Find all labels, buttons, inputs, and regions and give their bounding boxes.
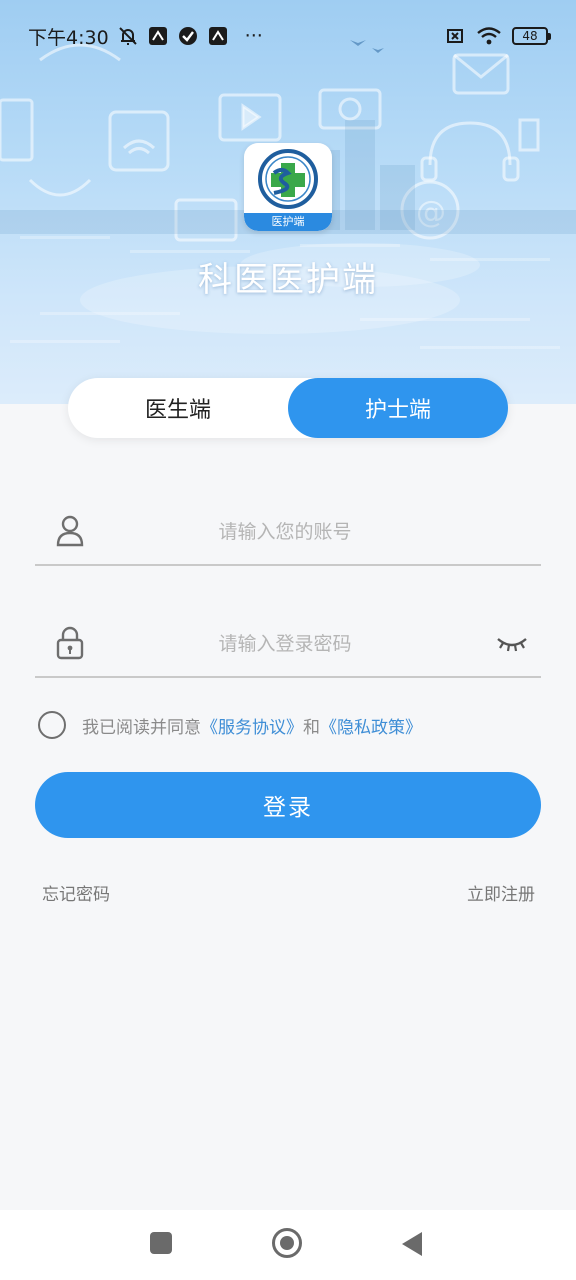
role-switch: 医生端 护士端: [68, 378, 508, 438]
lock-icon: [56, 626, 84, 660]
app-notify-icon: [148, 27, 167, 45]
bell-off-icon: [118, 27, 137, 45]
forgot-password-link[interactable]: 忘记密码: [42, 880, 110, 905]
account-field-row: [35, 506, 541, 566]
tab-doctor[interactable]: 医生端: [68, 378, 288, 438]
agreement-row: 我已阅读并同意 《服务协议》 和 《隐私政策》: [38, 710, 422, 740]
service-agreement-link[interactable]: 《服务协议》: [201, 713, 303, 738]
system-nav-bar: [0, 1210, 576, 1280]
more-notifications-icon: ···: [244, 25, 263, 47]
user-icon: [56, 515, 84, 547]
register-link[interactable]: 立即注册: [467, 880, 535, 905]
home-icon[interactable]: [272, 1228, 302, 1258]
recent-apps-icon[interactable]: [150, 1232, 172, 1254]
password-input[interactable]: [125, 624, 445, 664]
battery-icon: 48: [512, 27, 551, 45]
password-field-row: [35, 618, 541, 678]
sim-x-icon: [447, 29, 463, 43]
tab-nurse[interactable]: 护士端: [288, 378, 508, 438]
wifi-icon: [477, 27, 501, 45]
agreement-and: 和: [303, 717, 320, 738]
app-title: 科医医护端: [198, 260, 378, 300]
account-input[interactable]: [125, 512, 445, 552]
agreement-checkbox[interactable]: [38, 711, 66, 739]
eye-closed-icon[interactable]: [495, 630, 529, 654]
app-notify-icon: [208, 27, 227, 45]
status-time: 下午4:30: [28, 26, 109, 49]
back-icon[interactable]: [402, 1232, 422, 1256]
check-circle-icon: [178, 27, 197, 45]
app-logo: 医护端: [244, 143, 332, 231]
login-button[interactable]: 登录: [35, 772, 541, 838]
status-bar: 下午4:30 ··· 48: [0, 0, 576, 72]
header-banner: @ 下午4:30 ··· 48 医护端 科医医护端: [0, 0, 576, 404]
agreement-prefix: 我已阅读并同意: [82, 717, 201, 738]
app-logo-tag: 医护端: [244, 213, 332, 231]
privacy-policy-link[interactable]: 《隐私政策》: [320, 713, 422, 738]
